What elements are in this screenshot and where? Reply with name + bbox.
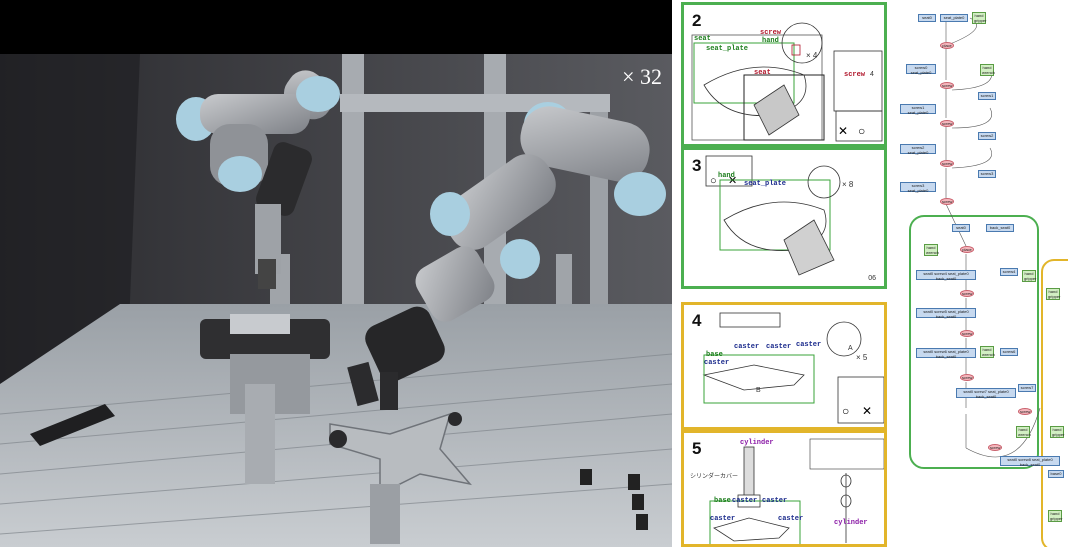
svg-text:○: ○ — [842, 404, 849, 418]
graph-node: place — [960, 246, 974, 253]
graph-node: hand wrench — [1016, 426, 1031, 438]
graph-node: seat0 screw4 seat_plate0 back_seat0 — [916, 270, 976, 281]
manual-page-step-2: 2 ✕ ○ seat seat_plate screw screw hand s… — [681, 2, 887, 147]
label-caster: caster — [762, 497, 788, 505]
graph-node: screw — [940, 198, 954, 205]
label-caster: caster — [734, 343, 760, 351]
label-seat-plate: seat_plate — [744, 180, 787, 188]
label-caster: caster — [796, 341, 822, 349]
label-cylinder: cylinder — [740, 439, 774, 447]
graph-node: screw7 — [1018, 384, 1036, 392]
graph-node: screw — [1018, 408, 1032, 415]
graph-node: hand gripper — [1048, 510, 1063, 522]
label-hand: hand — [718, 172, 735, 180]
quantity-label: 4 — [870, 71, 874, 78]
graph-node: seat0 screw5 seat_plate0 back_seat0 — [916, 308, 976, 319]
graph-node: seat0 screw7 seat_plate0 back_seat0 — [956, 388, 1016, 399]
graph-node: hand gripper — [1046, 288, 1061, 300]
graph-node: screw — [940, 160, 954, 167]
label-base: base — [714, 497, 731, 505]
label-seat: seat — [754, 69, 771, 77]
label-hand: hand — [762, 37, 779, 45]
graph-node: screw — [960, 374, 974, 381]
label-screw: screw — [844, 71, 866, 79]
robot-scene-illustration — [0, 54, 672, 547]
graph-node: screw — [960, 330, 974, 337]
manual-page-step-5: 5 cylinder cylinder base caster caster c… — [681, 430, 887, 547]
quantity-label: × 5 — [856, 353, 868, 362]
label-seat-plate: seat_plate — [706, 45, 749, 53]
graph-node: base0 — [1048, 470, 1064, 478]
graph-node: screw — [940, 82, 954, 89]
graph-node: hand wrench — [924, 244, 939, 256]
graph-node: screw3 — [978, 170, 996, 178]
svg-text:○: ○ — [710, 175, 717, 187]
graph-node: seat0 — [952, 224, 970, 232]
playback-speed-label: × 32 — [622, 64, 662, 89]
callout-letter: B — [756, 387, 761, 394]
graph-node: seat_plate0 — [940, 14, 968, 22]
graph-node: hand gripper — [1050, 426, 1065, 438]
step-4-illustration: ○ ✕ — [702, 312, 884, 424]
graph-node: screw2 — [978, 132, 996, 140]
graph-node: seat0 screw8 seat_plate0 back_seat0 — [1000, 456, 1060, 467]
callout-letter: A — [848, 345, 853, 352]
graph-node: hand wrench — [980, 64, 995, 76]
step-5-illustration — [709, 438, 884, 544]
graph-node: screw — [988, 444, 1002, 451]
task-graph: seat0 seat_plate0 hand gripper place scr… — [890, 8, 1068, 547]
label-cylinder: cylinder — [834, 519, 868, 527]
graph-node: seat0 screw6 seat_plate0 back_seat0 — [916, 348, 976, 359]
label-caster: caster — [704, 359, 730, 367]
label-caster: caster — [778, 515, 804, 523]
step-3-illustration: ○ ✕ — [705, 155, 841, 276]
label-base: base — [706, 351, 723, 359]
graph-node: screw4 — [1000, 268, 1018, 276]
robot-video-frame: × 32 — [0, 0, 672, 547]
svg-text:○: ○ — [858, 124, 865, 138]
graph-node: back_seat0 — [986, 224, 1014, 232]
manual-page-step-3: 3 ○ ✕ hand seat_plate × 8 06 — [681, 147, 887, 289]
page-number: 06 — [868, 275, 876, 282]
svg-text:✕: ✕ — [838, 124, 848, 138]
manual-page-step-4: 4 ○ ✕ base caster caster caster caster ×… — [681, 302, 887, 430]
label-seat: seat — [694, 35, 711, 43]
graph-node: screw0 seat_plate0 — [906, 64, 936, 75]
graph-node: screw1 seat_plate0 — [900, 104, 936, 115]
svg-text:✕: ✕ — [862, 404, 872, 418]
graph-node: screw — [960, 290, 974, 297]
quantity-label: × 8 — [842, 180, 854, 189]
graph-node: hand gripper — [1022, 270, 1037, 282]
graph-node: seat0 — [918, 14, 936, 22]
label-caster: caster — [710, 515, 736, 523]
graph-node: screw1 — [978, 92, 996, 100]
graph-node: screw — [940, 120, 954, 127]
graph-node: hand wrench — [980, 346, 995, 358]
graph-node: screw2 seat_plate0 — [900, 144, 936, 155]
label-caster: caster — [732, 497, 758, 505]
part-note: シリンダーカバー — [690, 474, 739, 480]
graph-node: screw6 — [1000, 348, 1018, 356]
label-screw: screw — [760, 29, 782, 37]
label-caster: caster — [766, 343, 792, 351]
graph-node: hand gripper — [972, 12, 987, 24]
quantity-label: × 4 — [806, 51, 818, 60]
graph-node: place — [940, 42, 954, 49]
graph-node: screw3 seat_plate0 — [900, 182, 936, 193]
